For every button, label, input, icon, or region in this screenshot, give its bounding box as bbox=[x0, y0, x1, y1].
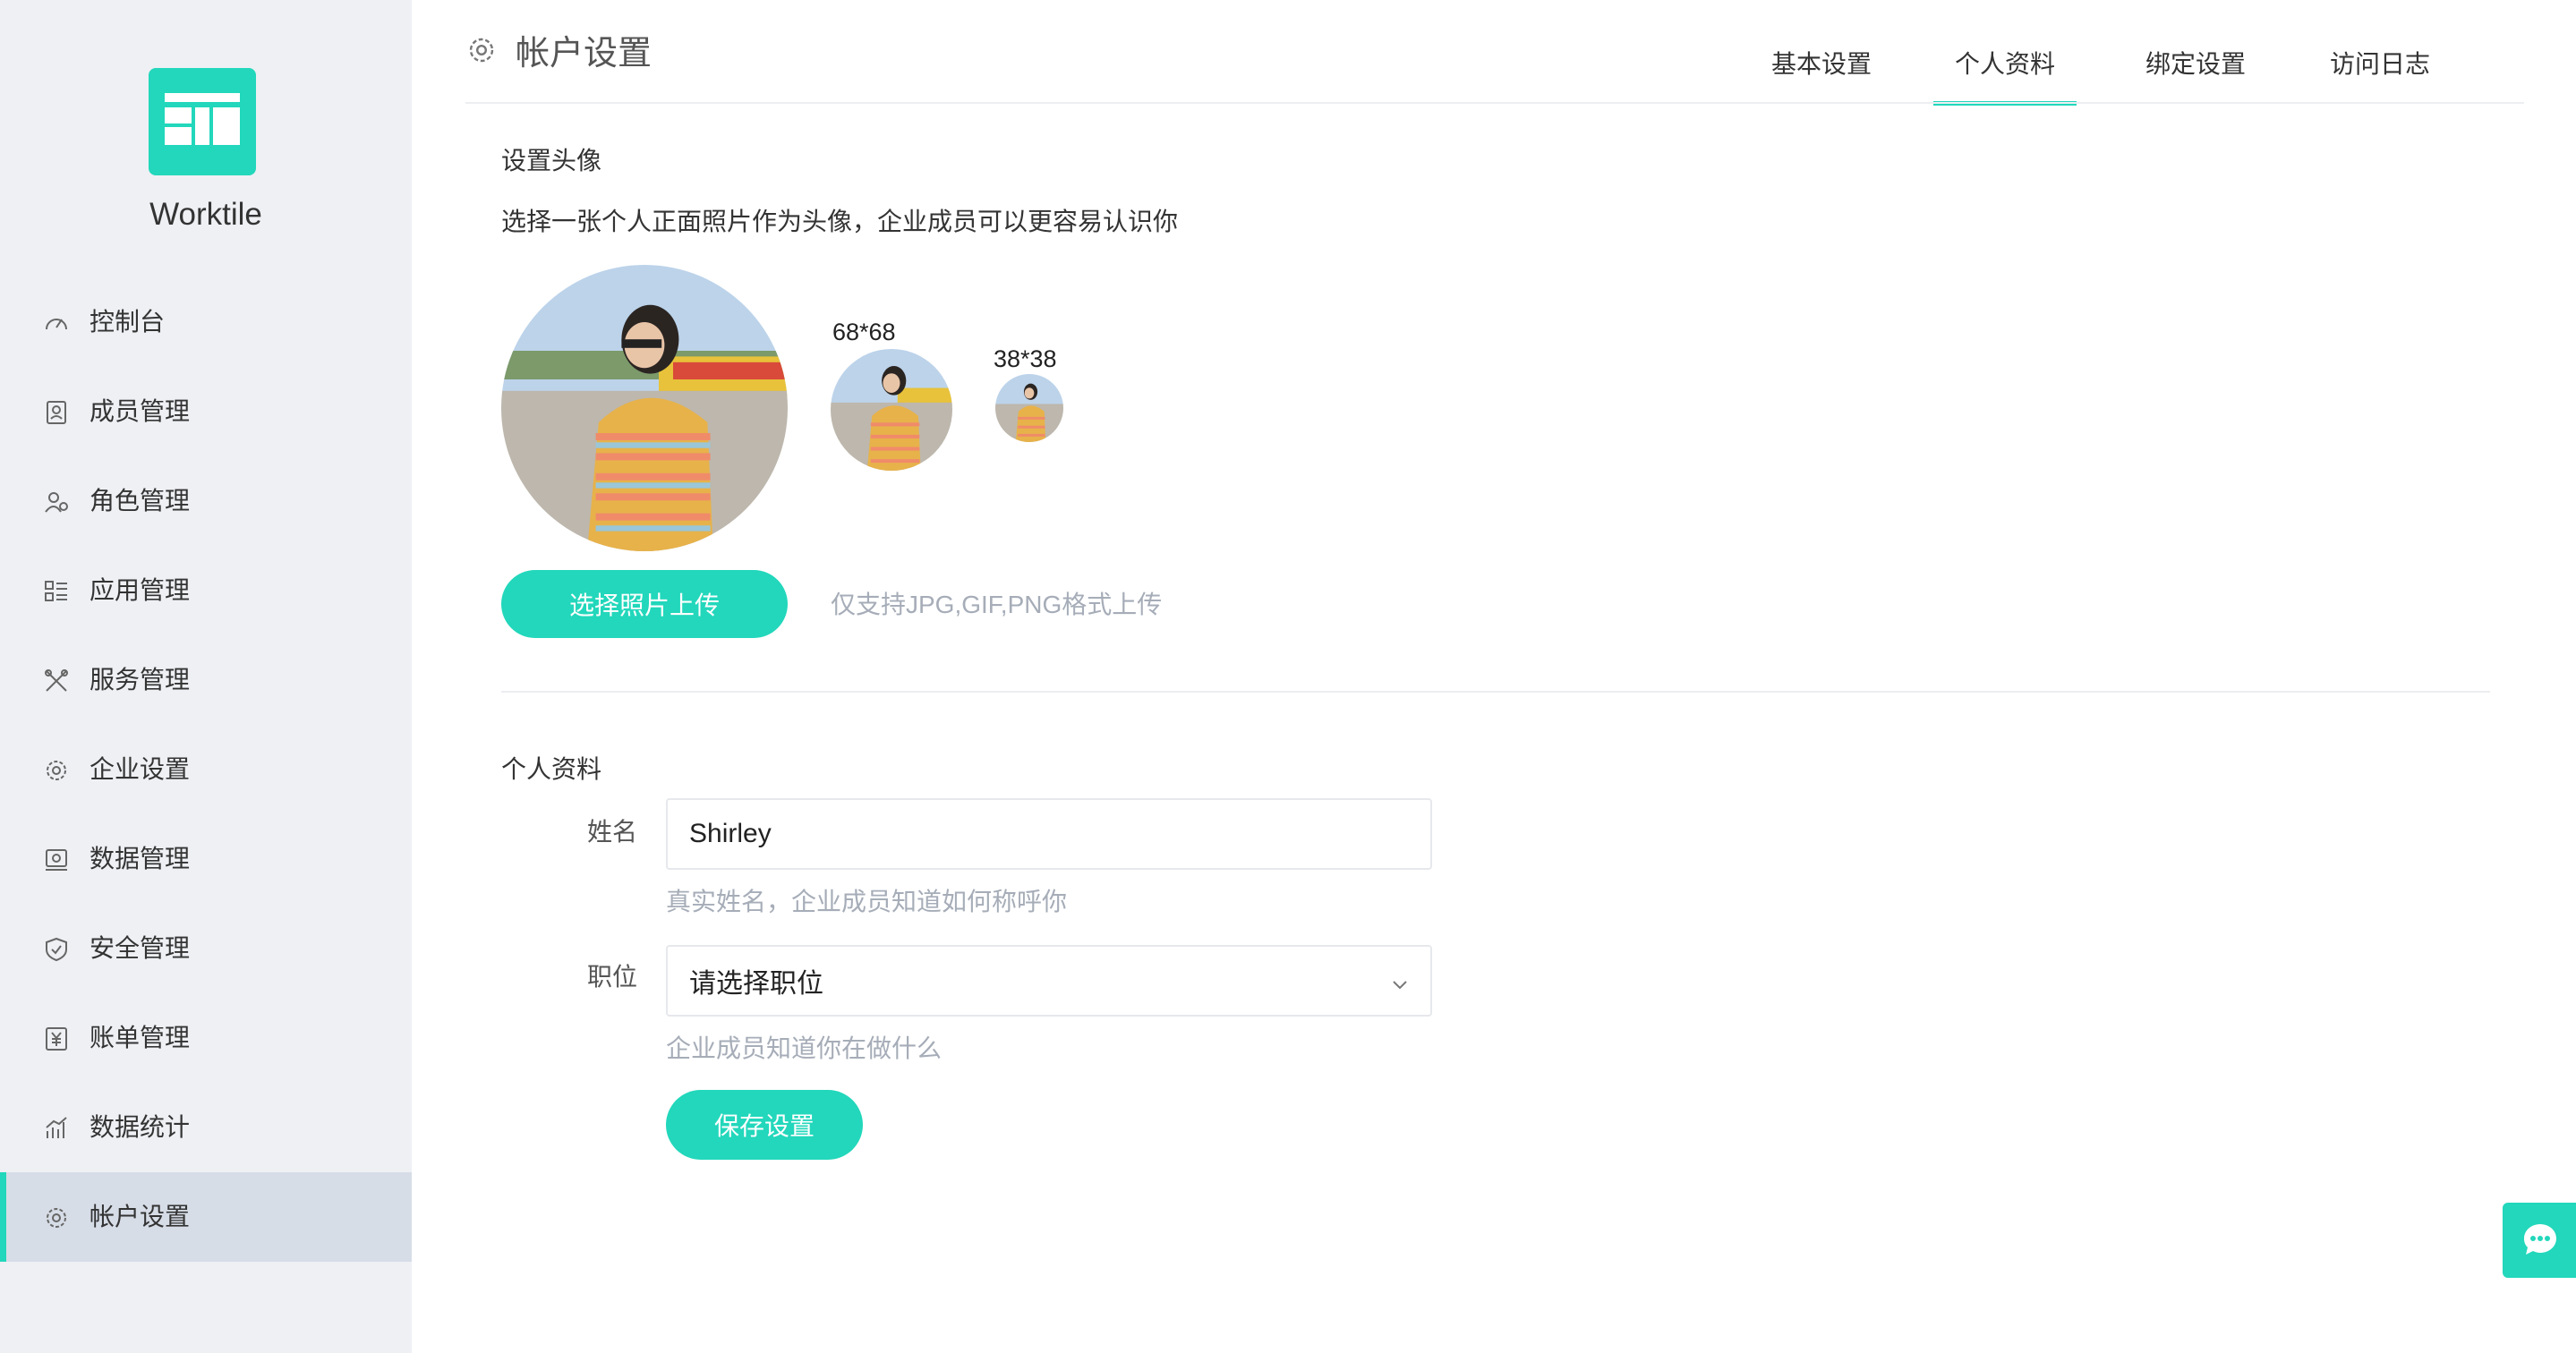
name-help: 真实姓名，企业成员知道如何称呼你 bbox=[666, 888, 1068, 915]
tab-basic-settings[interactable]: 基本设置 bbox=[1763, 43, 1880, 106]
chat-widget[interactable] bbox=[2503, 1203, 2576, 1278]
bill-icon bbox=[43, 1025, 70, 1052]
header-divider bbox=[465, 102, 2524, 104]
sidebar-item-stats[interactable]: 数据统计 bbox=[0, 1083, 412, 1172]
sidebar-item-label: 服务管理 bbox=[90, 666, 191, 694]
sidebar-item-label: 安全管理 bbox=[90, 934, 191, 962]
tab-access-log[interactable]: 访问日志 bbox=[2322, 43, 2438, 106]
profile-section-title: 个人资料 bbox=[501, 755, 602, 783]
chevron-down-icon bbox=[1389, 972, 1411, 993]
sidebar-item-dashboard[interactable]: 控制台 bbox=[0, 277, 412, 367]
worktile-logo[interactable] bbox=[149, 68, 256, 175]
save-settings-button[interactable]: 保存设置 bbox=[666, 1090, 863, 1160]
chat-bubble-icon bbox=[2524, 1224, 2556, 1255]
chart-icon bbox=[43, 1115, 70, 1142]
sidebar-item-label: 数据管理 bbox=[90, 845, 191, 872]
gear-icon bbox=[43, 1204, 70, 1231]
position-help: 企业成员知道你在做什么 bbox=[666, 1034, 943, 1062]
tab-profile[interactable]: 个人资料 bbox=[1933, 43, 2077, 106]
name-field[interactable]: Shirley bbox=[666, 798, 1432, 870]
sidebar-item-enterprise[interactable]: 企业设置 bbox=[0, 725, 412, 814]
position-label: 职位 bbox=[587, 963, 638, 991]
sidebar-item-services[interactable]: 服务管理 bbox=[0, 635, 412, 725]
dashboard-icon bbox=[43, 310, 70, 336]
section-divider bbox=[501, 691, 2490, 693]
sidebar-item-account[interactable]: 帐户设置 bbox=[0, 1172, 412, 1262]
sidebar-item-apps[interactable]: 应用管理 bbox=[0, 546, 412, 635]
avatar-size-38-label: 38*38 bbox=[994, 345, 1057, 372]
tab-binding-settings[interactable]: 绑定设置 bbox=[2137, 43, 2254, 106]
sidebar-item-label: 账单管理 bbox=[90, 1024, 191, 1051]
gear-icon bbox=[465, 34, 498, 66]
sidebar-item-security[interactable]: 安全管理 bbox=[0, 904, 412, 993]
avatar-large bbox=[501, 265, 788, 551]
sidebar-item-label: 成员管理 bbox=[90, 397, 191, 425]
sidebar-item-label: 角色管理 bbox=[90, 487, 191, 515]
avatar-medium bbox=[831, 349, 952, 471]
upload-hint: 仅支持JPG,GIF,PNG格式上传 bbox=[831, 591, 1163, 618]
member-icon bbox=[43, 399, 70, 426]
sidebar-item-label: 帐户设置 bbox=[90, 1203, 191, 1230]
sidebar-item-data[interactable]: 数据管理 bbox=[0, 814, 412, 904]
shield-icon bbox=[43, 936, 70, 963]
data-icon bbox=[43, 847, 70, 873]
brand-name: Worktile bbox=[149, 197, 262, 232]
sidebar-item-members[interactable]: 成员管理 bbox=[0, 367, 412, 456]
tools-icon bbox=[43, 668, 70, 694]
role-icon bbox=[43, 489, 70, 515]
sidebar-item-label: 应用管理 bbox=[90, 576, 191, 604]
gear-icon bbox=[43, 757, 70, 784]
upload-photo-button[interactable]: 选择照片上传 bbox=[501, 570, 788, 638]
name-value: Shirley bbox=[689, 819, 772, 848]
page-header: 帐户设置 bbox=[465, 25, 652, 74]
sidebar-item-label: 控制台 bbox=[90, 308, 166, 336]
sidebar-item-billing[interactable]: 账单管理 bbox=[0, 993, 412, 1083]
avatar-small bbox=[995, 374, 1063, 442]
sidebar-nav: 控制台 成员管理 角色管理 应用管理 服务管理 企业设置 数据管理 安全管理 账… bbox=[0, 277, 412, 1262]
name-label: 姓名 bbox=[587, 818, 638, 846]
apps-icon bbox=[43, 578, 70, 605]
position-select[interactable]: 请选择职位 bbox=[666, 945, 1432, 1017]
avatar-size-68-label: 68*68 bbox=[832, 319, 896, 345]
page-title: 帐户设置 bbox=[516, 35, 653, 72]
avatar-section-title: 设置头像 bbox=[501, 147, 602, 174]
position-value: 请选择职位 bbox=[689, 969, 823, 999]
sidebar-item-roles[interactable]: 角色管理 bbox=[0, 456, 412, 546]
sidebar-item-label: 数据统计 bbox=[90, 1113, 191, 1141]
avatar-description: 选择一张个人正面照片作为头像，企业成员可以更容易认识你 bbox=[501, 208, 1179, 235]
sidebar-item-label: 企业设置 bbox=[90, 755, 191, 783]
logo-icon bbox=[165, 93, 240, 145]
sidebar: Worktile 控制台 成员管理 角色管理 应用管理 服务管理 企业设置 数据… bbox=[0, 0, 412, 1353]
